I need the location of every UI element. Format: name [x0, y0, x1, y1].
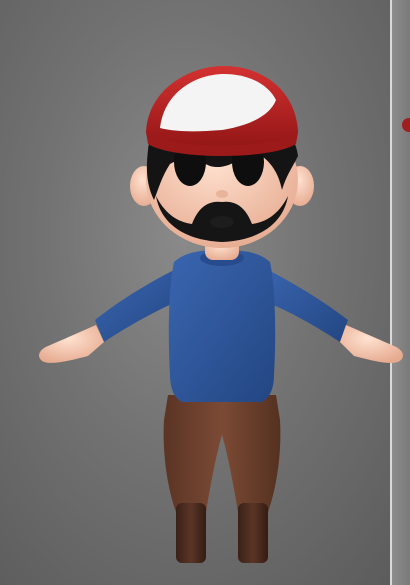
baseball-cap: [146, 66, 298, 156]
right-arm: [256, 268, 403, 363]
cartoon-character-model: [39, 66, 403, 563]
boots: [176, 503, 268, 563]
left-arm: [39, 268, 186, 363]
mouth: [210, 216, 234, 228]
shirt: [168, 250, 276, 402]
pants: [163, 395, 281, 512]
nose: [216, 190, 228, 198]
